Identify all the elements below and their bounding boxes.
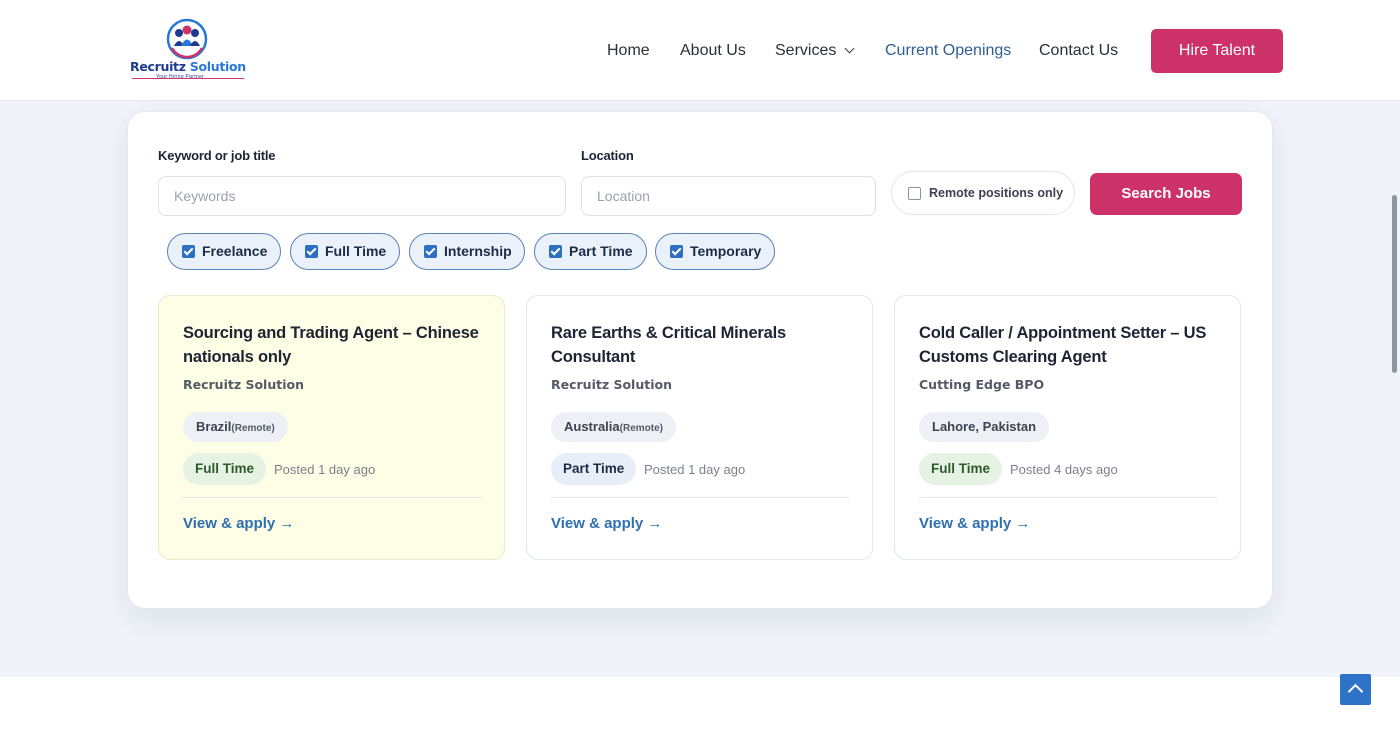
footer-band: [0, 677, 1400, 735]
job-title[interactable]: Cold Caller / Appointment Setter – US Cu…: [919, 321, 1219, 369]
brand-logo[interactable]: Recruitz Solution Your Hiring Partner: [130, 18, 246, 82]
job-company: Recruitz Solution: [551, 377, 672, 392]
filter-chip-label: Part Time: [569, 243, 633, 259]
job-title[interactable]: Rare Earths & Critical Minerals Consulta…: [551, 321, 851, 369]
nav-item-home[interactable]: Home: [607, 40, 650, 62]
nav-item-contact-us[interactable]: Contact Us: [1039, 40, 1118, 62]
brand-name-part2: Solution: [185, 59, 246, 74]
nav-item-about-us[interactable]: About Us: [680, 40, 746, 62]
job-card[interactable]: Rare Earths & Critical Minerals Consulta…: [526, 295, 873, 560]
job-type-badge: Part Time: [551, 453, 637, 485]
filter-chip-label: Temporary: [690, 243, 762, 259]
job-company: Cutting Edge BPO: [919, 377, 1045, 392]
hire-talent-button[interactable]: Hire Talent: [1151, 29, 1283, 73]
job-posted-date: Posted 4 days ago: [1010, 462, 1118, 477]
chevron-down-icon: [844, 43, 855, 54]
card-divider: [551, 497, 849, 498]
nav-item-services[interactable]: Services: [775, 40, 855, 62]
filter-chip-label: Freelance: [202, 243, 268, 259]
brand-name: Recruitz Solution: [130, 59, 246, 74]
nav-item-current-openings[interactable]: Current Openings: [885, 40, 1011, 62]
job-location-badge: Lahore, Pakistan: [919, 412, 1050, 442]
job-remote-tag: (Remote): [619, 423, 663, 434]
keyword-label: Keyword or job title: [158, 148, 276, 163]
filter-chip-internship[interactable]: Internship: [409, 233, 525, 270]
brand-tagline: Your Hiring Partner: [156, 74, 205, 80]
filter-chip-freelance[interactable]: Freelance: [167, 233, 281, 270]
filter-chip-label: Internship: [444, 243, 512, 259]
remote-only-toggle[interactable]: Remote positions only: [891, 171, 1075, 215]
job-card[interactable]: Sourcing and Trading Agent – Chinese nat…: [158, 295, 505, 560]
filter-chip-temporary[interactable]: Temporary: [655, 233, 775, 270]
location-input[interactable]: [581, 176, 876, 216]
filter-chip-full-time[interactable]: Full Time: [290, 233, 400, 270]
check-icon: [549, 245, 562, 258]
job-company: Recruitz Solution: [183, 377, 304, 392]
job-remote-tag: (Remote): [231, 423, 275, 434]
people-group-logo-icon: [166, 18, 208, 60]
check-icon: [670, 245, 683, 258]
job-location: Brazil: [196, 419, 232, 434]
view-apply-link[interactable]: View & apply →: [551, 515, 662, 532]
job-title[interactable]: Sourcing and Trading Agent – Chinese nat…: [183, 321, 483, 369]
job-type-badge: Full Time: [919, 453, 1003, 485]
location-label: Location: [581, 148, 634, 163]
check-icon: [182, 245, 195, 258]
search-jobs-button[interactable]: Search Jobs: [1090, 173, 1242, 215]
card-divider: [183, 497, 481, 498]
job-location: Australia: [564, 419, 620, 434]
page-scrollbar[interactable]: [1392, 195, 1397, 373]
remote-only-label: Remote positions only: [929, 186, 1064, 200]
nav-item-services-label: Services: [775, 42, 837, 59]
job-type-badge: Full Time: [183, 453, 267, 485]
check-icon: [305, 245, 318, 258]
filter-chip-part-time[interactable]: Part Time: [534, 233, 647, 270]
brand-name-part1: Recruitz: [130, 59, 186, 74]
card-divider: [919, 497, 1217, 498]
site-header: Recruitz Solution Your Hiring Partner Ho…: [0, 0, 1400, 101]
filter-chip-label: Full Time: [325, 243, 387, 259]
job-location: Lahore, Pakistan: [932, 419, 1037, 434]
brand-underline: [132, 78, 244, 79]
job-card[interactable]: Cold Caller / Appointment Setter – US Cu…: [894, 295, 1241, 560]
view-apply-link[interactable]: View & apply →: [919, 515, 1030, 532]
remote-only-checkbox[interactable]: [908, 187, 921, 200]
job-location-badge: Australia(Remote): [551, 412, 676, 442]
job-posted-date: Posted 1 day ago: [644, 462, 746, 477]
job-location-badge: Brazil(Remote): [183, 412, 288, 442]
keyword-input[interactable]: [158, 176, 566, 216]
chevron-up-icon[interactable]: [1340, 674, 1371, 705]
check-icon: [424, 245, 437, 258]
job-posted-date: Posted 1 day ago: [274, 462, 376, 477]
view-apply-link[interactable]: View & apply →: [183, 515, 294, 532]
